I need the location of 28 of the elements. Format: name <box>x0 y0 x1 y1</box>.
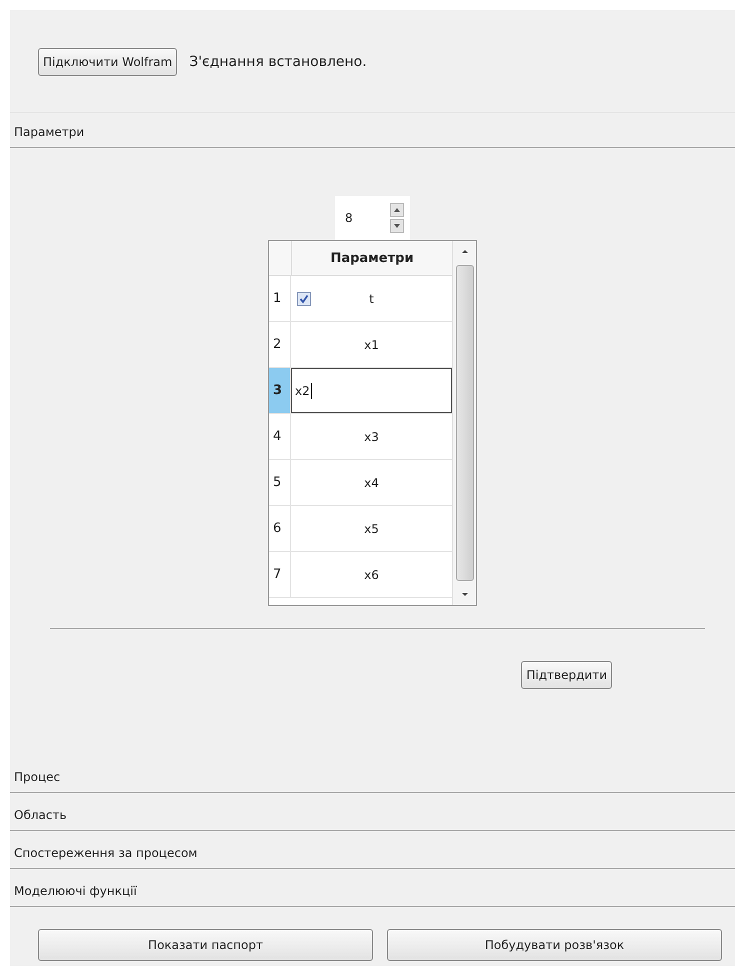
connection-status: З'єднання встановлено. <box>189 54 367 70</box>
section-header[interactable]: Область <box>10 793 735 831</box>
row-number: 1 <box>269 276 291 321</box>
section-header[interactable]: Параметри <box>10 113 735 148</box>
checkbox[interactable] <box>297 292 311 306</box>
action-button[interactable]: Показати паспорт <box>38 929 373 961</box>
row-number: 3 <box>269 368 291 413</box>
confirm-button[interactable]: Підтвердити <box>521 661 612 689</box>
table-cell: x3 <box>364 430 379 444</box>
scrollbar[interactable] <box>452 241 476 605</box>
table-cell: x6 <box>364 568 379 582</box>
table-cell: x4 <box>364 476 379 490</box>
column-header: Параметри <box>329 250 415 268</box>
row-number: 7 <box>269 552 291 597</box>
table-cell: x5 <box>364 522 379 536</box>
connect-button[interactable]: Підключити Wolfram <box>38 48 178 76</box>
table-cell: t <box>369 292 374 306</box>
count-spinbox[interactable]: 8 <box>335 196 410 240</box>
cell-editor[interactable]: x2 <box>291 368 452 413</box>
action-button[interactable]: Побудувати розв'язок <box>387 929 722 961</box>
row-number: 5 <box>269 460 291 505</box>
table-cell: x1 <box>364 338 379 352</box>
section-header[interactable]: Процес <box>10 755 735 793</box>
section-header[interactable]: Моделюючі функції <box>10 869 735 907</box>
row-number: 6 <box>269 506 291 551</box>
section-header[interactable]: Спостереження за процесом <box>10 831 735 869</box>
row-number: 4 <box>269 414 291 459</box>
row-number: 2 <box>269 322 291 367</box>
